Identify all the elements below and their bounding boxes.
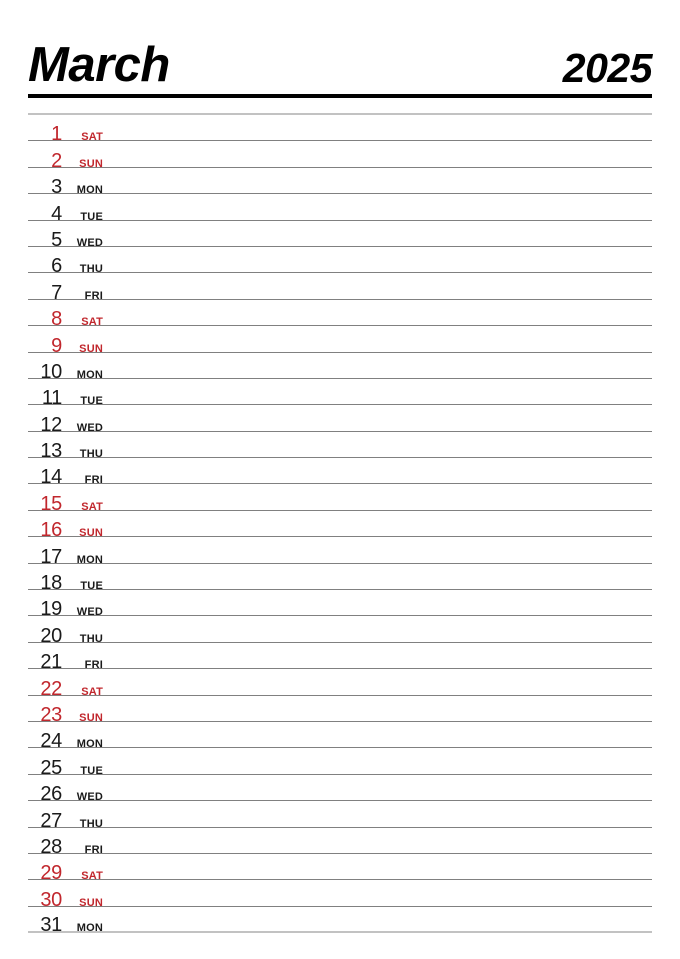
day-note-area[interactable] [103, 616, 652, 641]
day-row[interactable]: 9 SUN [28, 326, 652, 357]
day-note-area[interactable] [103, 880, 652, 905]
day-note-area[interactable] [103, 141, 652, 166]
day-note-area[interactable] [103, 537, 652, 562]
day-row[interactable]: 11 TUE [28, 379, 652, 409]
day-note-area[interactable] [103, 801, 652, 826]
day-note-area[interactable] [103, 590, 652, 615]
day-row[interactable]: 10 MON [28, 353, 652, 383]
day-row[interactable]: 30 SUN [28, 880, 652, 911]
day-row[interactable]: 13 THU [28, 432, 652, 462]
day-row[interactable]: 29 SAT [28, 854, 652, 884]
calendar-page: March 2025 1 SAT 2 SUN 3 MON 4 TUE 5 WED 6 THU 7 FRI 8… [0, 0, 680, 959]
day-note-area[interactable] [103, 748, 652, 773]
day-row[interactable]: 15 SAT [28, 484, 652, 515]
day-row[interactable]: 19 WED [28, 590, 652, 620]
day-note-area[interactable] [103, 775, 652, 800]
day-note-area[interactable] [103, 854, 652, 879]
day-note-area[interactable] [103, 115, 652, 140]
day-note-area[interactable] [103, 379, 652, 404]
day-row[interactable]: 24 MON [28, 722, 652, 752]
day-list: 1 SAT 2 SUN 3 MON 4 TUE 5 WED 6 THU 7 FRI 8 SAT 9 SUN 10 MO… [28, 113, 652, 936]
day-note-area[interactable] [103, 353, 652, 378]
day-note-area[interactable] [103, 273, 652, 298]
day-note-area[interactable] [103, 564, 652, 589]
year-label: 2025 [562, 45, 653, 91]
day-row[interactable]: 27 THU [28, 801, 652, 832]
day-note-area[interactable] [103, 405, 652, 430]
day-note-area[interactable] [103, 168, 652, 193]
day-row[interactable]: 25 TUE [28, 748, 652, 779]
day-row[interactable]: 21 FRI [28, 643, 652, 673]
day-row[interactable]: 28 FRI [28, 828, 652, 858]
day-note-area[interactable] [103, 511, 652, 536]
day-row[interactable]: 26 WED [28, 775, 652, 805]
day-row[interactable]: 8 SAT [28, 300, 652, 330]
day-row[interactable]: 5 WED [28, 221, 652, 251]
day-row[interactable]: 22 SAT [28, 669, 652, 700]
day-note-area[interactable] [103, 458, 652, 483]
day-note-area[interactable] [103, 722, 652, 747]
day-row[interactable]: 23 SUN [28, 696, 652, 726]
day-note-area[interactable] [103, 696, 652, 721]
day-row[interactable]: 18 TUE [28, 564, 652, 594]
page-title: March [28, 38, 170, 92]
day-row[interactable]: 2 SUN [28, 141, 652, 172]
day-note-area[interactable] [103, 194, 652, 219]
day-note-area[interactable] [103, 300, 652, 325]
day-row[interactable]: 16 SUN [28, 511, 652, 541]
day-row[interactable]: 31 MON [28, 907, 652, 936]
day-note-area[interactable] [103, 326, 652, 351]
day-row[interactable]: 17 MON [28, 537, 652, 568]
day-note-area[interactable] [103, 669, 652, 694]
day-row[interactable]: 4 TUE [28, 194, 652, 225]
day-row[interactable]: 3 MON [28, 168, 652, 198]
day-note-area[interactable] [103, 247, 652, 272]
day-number: 31 [40, 914, 62, 937]
calendar-header: March 2025 [28, 0, 653, 94]
day-note-area[interactable] [103, 221, 652, 246]
day-note-area[interactable] [103, 643, 652, 668]
day-row[interactable]: 7 FRI [28, 273, 652, 304]
day-row[interactable]: 20 THU [28, 616, 652, 647]
header-divider [28, 94, 652, 98]
day-row[interactable]: 1 SAT [28, 115, 652, 145]
day-row[interactable]: 14 FRI [28, 458, 652, 488]
day-note-area[interactable] [103, 432, 652, 457]
day-note-area[interactable] [103, 828, 652, 853]
day-row[interactable]: 12 WED [28, 405, 652, 436]
day-note-area[interactable] [103, 907, 652, 931]
day-weekday-abbr: MON [76, 922, 103, 935]
day-note-area[interactable] [103, 484, 652, 509]
day-row[interactable]: 6 THU [28, 247, 652, 277]
